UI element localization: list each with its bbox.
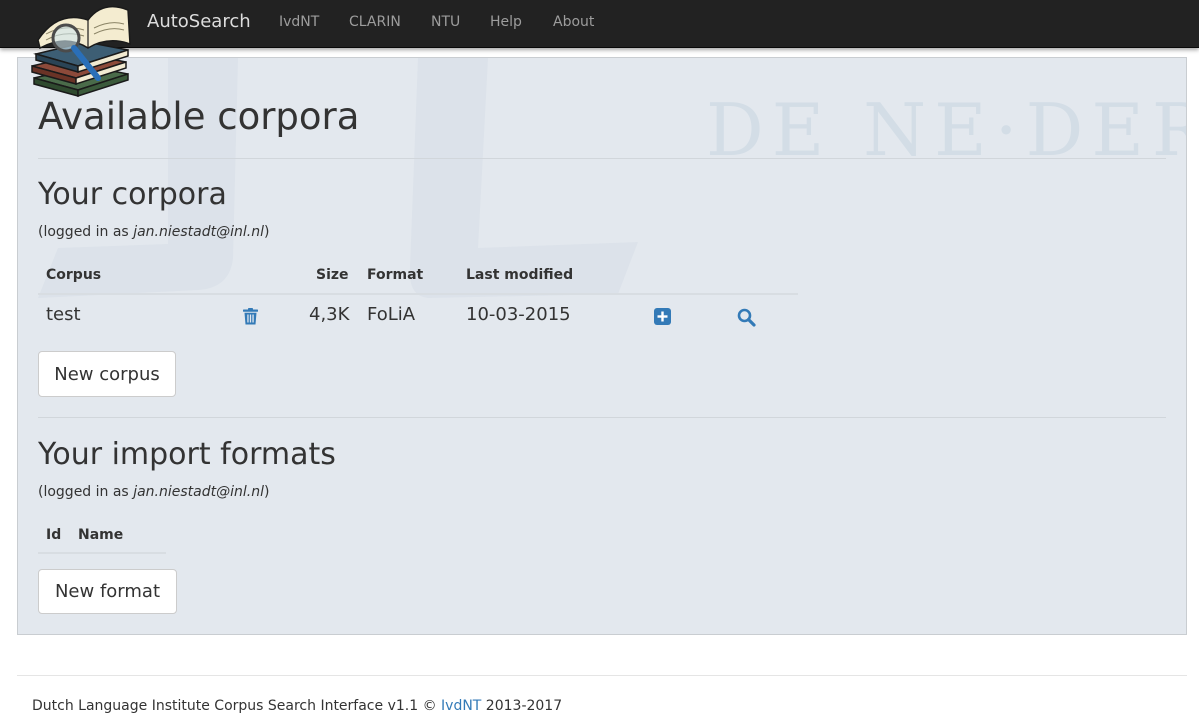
column-header-format: Format [367, 267, 424, 283]
corpus-size: 4,3K [309, 304, 350, 325]
logged-in-prefix: (logged in as [38, 484, 134, 500]
page-title: Available corpora [38, 95, 360, 138]
search-icon[interactable] [737, 308, 756, 331]
corpus-last-modified: 10-03-2015 [466, 304, 571, 325]
navbar: AutoSearch IvdNT CLARIN NTU Help About [0, 0, 1199, 48]
books-magnifier-logo[interactable] [28, 0, 136, 98]
column-header-id: Id [46, 527, 62, 543]
footer: Dutch Language Institute Corpus Search I… [32, 697, 562, 715]
logged-in-user: jan.niestadt@inl.nl [133, 484, 264, 500]
plus-square-icon[interactable] [654, 308, 671, 329]
corpus-format: FoLiA [367, 304, 416, 325]
column-header-name: Name [78, 527, 124, 543]
column-header-corpus: Corpus [46, 267, 102, 283]
nav-link-ntu[interactable]: NTU [431, 14, 460, 30]
logged-in-prefix: (logged in as [38, 224, 134, 240]
footer-ivdnt-link[interactable]: IvdNT [441, 698, 481, 714]
nav-link-clarin[interactable]: CLARIN [349, 14, 401, 30]
formats-section-title: Your import formats [38, 437, 336, 472]
footer-divider [17, 675, 1187, 676]
table-header-divider [38, 293, 798, 295]
divider [38, 158, 1166, 159]
watermark-text: DE NE·DER·L [706, 88, 1186, 172]
nav-link-ivdnt[interactable]: IvdNT [279, 14, 319, 30]
corpora-section-title: Your corpora [38, 177, 227, 212]
formats-logged-in-note: (logged in as jan.niestadt@inl.nl) [38, 483, 269, 501]
logged-in-user: jan.niestadt@inl.nl [133, 224, 264, 240]
column-header-last-modified: Last modified [466, 267, 574, 283]
footer-years: 2013-2017 [481, 698, 563, 714]
footer-text: Dutch Language Institute Corpus Search I… [32, 698, 442, 714]
nav-link-about[interactable]: About [553, 14, 594, 30]
logged-in-suffix: ) [263, 224, 270, 240]
brand-link[interactable]: AutoSearch [147, 11, 251, 33]
new-corpus-button[interactable]: New corpus [38, 351, 176, 397]
new-format-button[interactable]: New format [38, 569, 177, 614]
main-panel: DE NE·DER·L Available corpora Your corpo… [17, 57, 1187, 635]
logged-in-suffix: ) [263, 484, 270, 500]
nav-link-help[interactable]: Help [490, 14, 522, 30]
trash-icon[interactable] [243, 308, 258, 329]
divider [38, 417, 1166, 418]
column-header-size: Size [316, 267, 349, 283]
table-header-divider [38, 552, 166, 554]
corpus-name: test [46, 304, 81, 325]
corpora-logged-in-note: (logged in as jan.niestadt@inl.nl) [38, 223, 269, 241]
